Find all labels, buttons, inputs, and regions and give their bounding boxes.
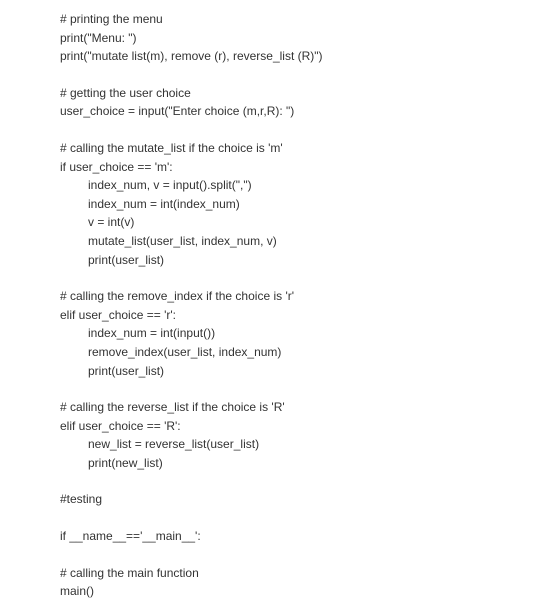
code-line: user_choice = input("Enter choice (m,r,R… bbox=[60, 102, 547, 121]
code-line: mutate_list(user_list, index_num, v) bbox=[60, 232, 547, 251]
blank-line bbox=[60, 472, 547, 490]
code-line: print("mutate list(m), remove (r), rever… bbox=[60, 47, 547, 66]
code-line: main() bbox=[60, 582, 547, 601]
code-line: elif user_choice == 'r': bbox=[60, 306, 547, 325]
code-line: print(new_list) bbox=[60, 454, 547, 473]
code-line: print("Menu: ") bbox=[60, 29, 547, 48]
code-line: v = int(v) bbox=[60, 213, 547, 232]
code-line: print(user_list) bbox=[60, 251, 547, 270]
code-line: # calling the remove_index if the choice… bbox=[60, 287, 547, 306]
blank-line bbox=[60, 509, 547, 527]
code-line: index_num = int(index_num) bbox=[60, 195, 547, 214]
code-line: index_num, v = input().split(",") bbox=[60, 176, 547, 195]
code-block: # printing the menuprint("Menu: ")print(… bbox=[0, 0, 547, 601]
code-line: index_num = int(input()) bbox=[60, 324, 547, 343]
code-line: new_list = reverse_list(user_list) bbox=[60, 435, 547, 454]
blank-line bbox=[60, 546, 547, 564]
code-line: if user_choice == 'm': bbox=[60, 158, 547, 177]
blank-line bbox=[60, 66, 547, 84]
blank-line bbox=[60, 269, 547, 287]
blank-line bbox=[60, 121, 547, 139]
code-line: # getting the user choice bbox=[60, 84, 547, 103]
code-line: # printing the menu bbox=[60, 10, 547, 29]
code-line: #testing bbox=[60, 490, 547, 509]
code-line: remove_index(user_list, index_num) bbox=[60, 343, 547, 362]
code-line: print(user_list) bbox=[60, 362, 547, 381]
code-line: # calling the mutate_list if the choice … bbox=[60, 139, 547, 158]
code-line: # calling the reverse_list if the choice… bbox=[60, 398, 547, 417]
code-line: elif user_choice == 'R': bbox=[60, 417, 547, 436]
code-line: if __name__=='__main__': bbox=[60, 527, 547, 546]
code-line: # calling the main function bbox=[60, 564, 547, 583]
blank-line bbox=[60, 380, 547, 398]
